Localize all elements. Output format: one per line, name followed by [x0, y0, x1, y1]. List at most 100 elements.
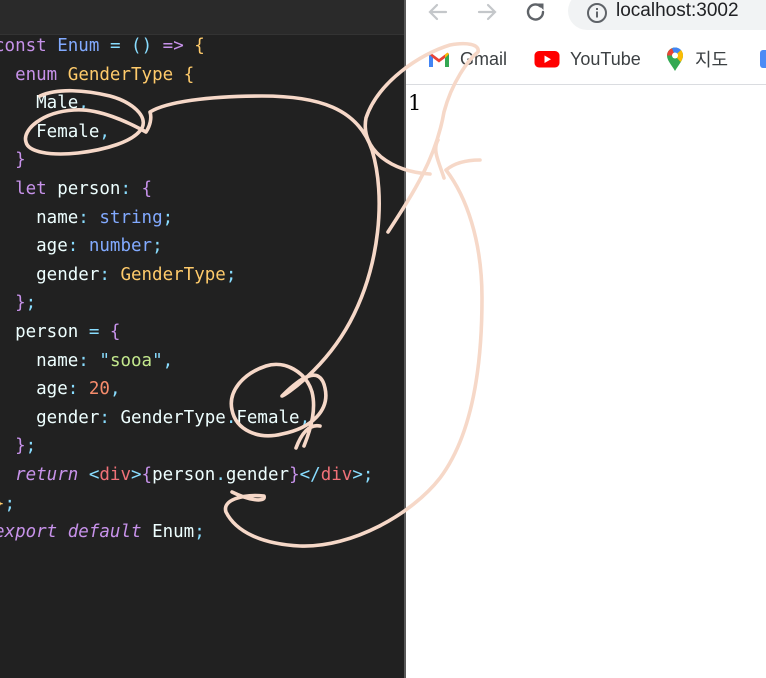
- code-line[interactable]: name: string;: [0, 204, 373, 233]
- code-token: =: [88, 321, 100, 342]
- code-token: }: [15, 150, 26, 171]
- code-line[interactable]: let person: {: [0, 175, 373, 204]
- code-token: default: [67, 522, 142, 543]
- code-token: ;: [25, 293, 37, 314]
- code-line[interactable]: enum GenderType {: [0, 61, 373, 90]
- code-token: ,: [78, 93, 89, 114]
- code-token: ;: [152, 236, 163, 257]
- bookmark-overflow-icon[interactable]: [760, 50, 766, 68]
- code-block[interactable]: const Enum = () => { enum GenderType { M…: [0, 32, 373, 547]
- code-token: string: [99, 207, 163, 228]
- info-icon[interactable]: [586, 2, 608, 24]
- code-token: name: [0, 207, 79, 228]
- code-token: =>: [162, 36, 184, 56]
- code-token: name: [0, 350, 79, 371]
- code-token: export: [0, 522, 58, 543]
- code-line[interactable]: Female,: [0, 118, 373, 147]
- code-token: return: [15, 464, 79, 485]
- code-line[interactable]: export default Enum;: [0, 518, 373, 547]
- code-token: ;: [25, 436, 37, 457]
- code-line[interactable]: }: [0, 146, 373, 175]
- url-text[interactable]: localhost:3002: [616, 0, 739, 22]
- code-line[interactable]: };: [0, 432, 373, 461]
- code-token: .: [215, 464, 226, 485]
- code-line[interactable]: };: [0, 490, 373, 519]
- code-token: ",: [152, 350, 174, 371]
- bookmark-label: YouTube: [570, 48, 641, 69]
- code-line[interactable]: Male,: [0, 89, 373, 118]
- bookmark-label: 지도: [695, 50, 729, 70]
- code-token: gender: [0, 407, 100, 428]
- code-token: {: [141, 178, 153, 199]
- code-token: :: [78, 350, 89, 371]
- browser-toolbar: localhost:3002: [406, 0, 766, 38]
- code-line[interactable]: const Enum = () => {: [0, 32, 373, 61]
- bookmark-gmail[interactable]: Gmail: [428, 47, 507, 71]
- rendered-output: 1: [408, 91, 422, 115]
- back-button[interactable]: [422, 0, 454, 24]
- code-token: div: [99, 464, 131, 485]
- code-token: Enum: [57, 36, 100, 56]
- code-token: ;: [194, 522, 205, 543]
- bookmark-maps[interactable]: 지도: [665, 47, 728, 71]
- code-token: ;: [162, 207, 174, 228]
- bookmarks-bar: Gmail YouTube 지도: [406, 38, 766, 85]
- code-line[interactable]: person = {: [0, 318, 373, 347]
- code-token: 20: [88, 379, 110, 400]
- code-token: {: [141, 464, 153, 485]
- code-token: Male: [0, 93, 79, 114]
- code-line[interactable]: gender: GenderType.Female,: [0, 404, 373, 433]
- address-bar[interactable]: localhost:3002: [568, 0, 766, 30]
- code-token: person: [0, 321, 89, 342]
- code-token: person: [152, 464, 216, 485]
- code-token: ,: [109, 379, 121, 400]
- arrow-right-icon: [477, 3, 497, 21]
- bookmark-youtube[interactable]: YouTube: [534, 47, 641, 71]
- code-token: gender: [0, 264, 100, 285]
- code-line[interactable]: };: [0, 289, 373, 318]
- code-line[interactable]: name: "sooa",: [0, 347, 373, 376]
- code-line[interactable]: gender: GenderType;: [0, 261, 373, 290]
- code-line[interactable]: age: 20,: [0, 375, 373, 404]
- code-editor-pane[interactable]: const Enum = () => { enum GenderType { M…: [0, 0, 404, 678]
- code-line[interactable]: age: number;: [0, 232, 373, 261]
- code-token: Female: [236, 407, 300, 428]
- code-token: GenderType: [109, 407, 226, 428]
- code-token: >;: [352, 464, 374, 485]
- code-token: number: [88, 236, 153, 257]
- editor-tab-bar: [0, 0, 404, 35]
- code-token: :: [99, 264, 110, 285]
- code-token: {: [194, 36, 205, 56]
- code-token: person: [46, 178, 121, 199]
- page-content: 1: [406, 85, 766, 678]
- maps-icon: [667, 47, 684, 71]
- bookmark-label: Gmail: [460, 48, 508, 69]
- code-token: :: [120, 178, 131, 199]
- reload-button[interactable]: [520, 0, 552, 24]
- gmail-icon: [429, 52, 449, 67]
- code-token: }: [15, 436, 26, 457]
- code-token: const: [0, 36, 47, 56]
- forward-button[interactable]: [471, 0, 503, 24]
- code-line[interactable]: return <div>{person.gender}</div>;: [0, 461, 373, 490]
- reload-icon: [526, 3, 545, 21]
- code-token: ;: [225, 264, 237, 285]
- code-token: {: [183, 64, 195, 85]
